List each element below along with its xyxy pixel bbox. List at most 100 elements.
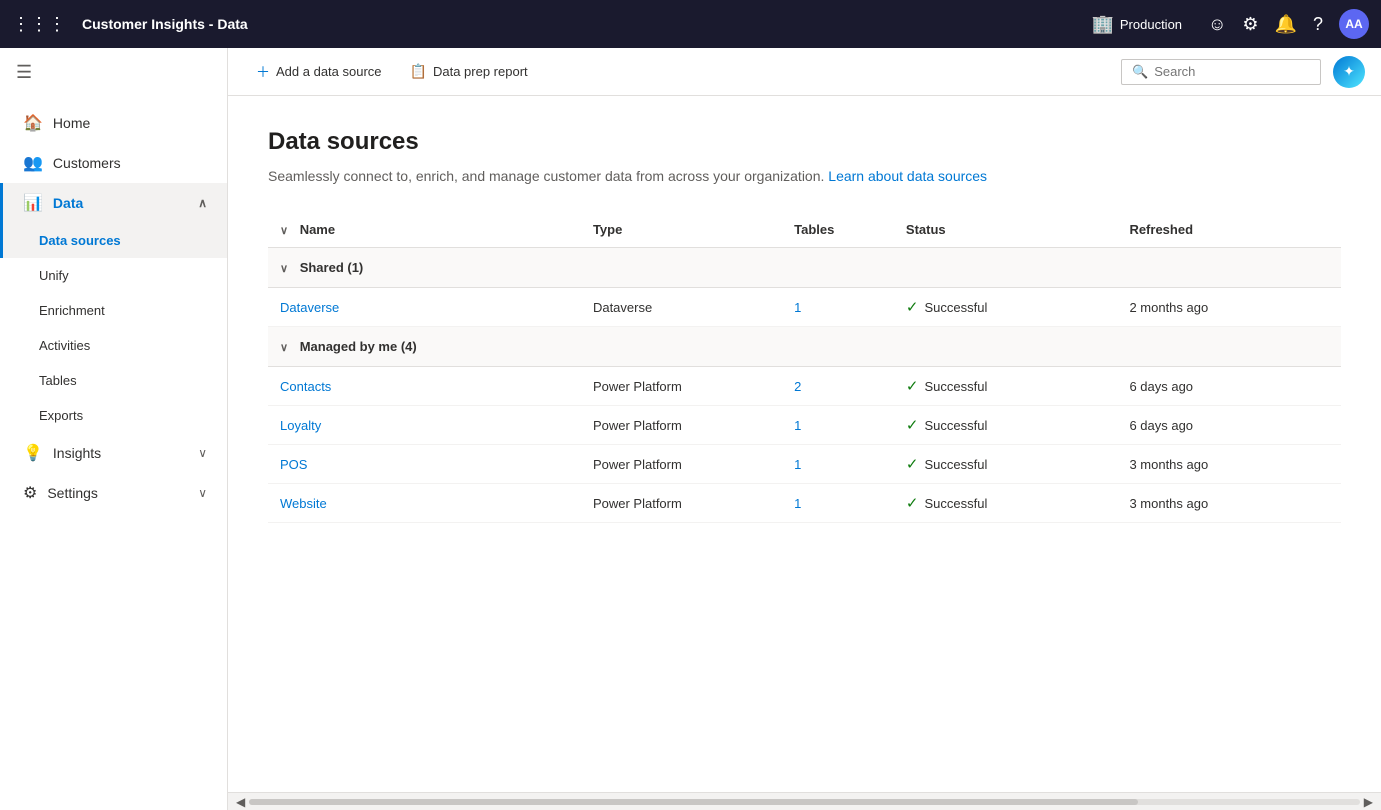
contacts-link[interactable]: Contacts (280, 379, 331, 394)
row-pos-name: POS (268, 445, 581, 484)
sidebar-item-home-label: Home (53, 115, 90, 131)
shared-section-collapse-icon[interactable]: ∨ (280, 263, 288, 275)
env-label: Production (1120, 17, 1182, 32)
scroll-left-icon[interactable]: ◀ (236, 795, 245, 809)
customers-icon: 👥 (23, 153, 43, 173)
topbar-actions: ☺ ⚙ 🔔 ? AA (1208, 9, 1369, 39)
sidebar-item-data[interactable]: 📊 Data ∧ (0, 183, 227, 223)
sidebar-item-customers[interactable]: 👥 Customers (0, 143, 227, 183)
sidebar-item-insights-label: Insights (53, 445, 101, 461)
search-box[interactable]: 🔍 (1121, 59, 1321, 85)
page-title: Data sources (268, 128, 1341, 156)
shared-section-label: Shared (1) (300, 260, 364, 275)
bell-icon[interactable]: 🔔 (1275, 14, 1297, 35)
website-link[interactable]: Website (280, 496, 327, 511)
row-loyalty-type: Power Platform (581, 406, 782, 445)
row-contacts-status: ✓ Successful (894, 367, 1118, 406)
env-selector[interactable]: 🏢 Production (1091, 14, 1182, 35)
row-website-refreshed: 3 months ago (1117, 484, 1341, 523)
settings-nav-icon: ⚙ (23, 483, 37, 503)
content-area: ＋ Add a data source 📋 Data prep report 🔍… (228, 48, 1381, 810)
page-content: Data sources Seamlessly connect to, enri… (228, 96, 1381, 792)
sidebar-item-activities-label: Activities (39, 338, 90, 353)
row-pos-refreshed: 3 months ago (1117, 445, 1341, 484)
sidebar-item-enrichment[interactable]: Enrichment (0, 293, 227, 328)
status-pos-icon: ✓ (906, 455, 919, 473)
sort-name-icon[interactable]: ∨ (280, 225, 288, 237)
sidebar-item-insights[interactable]: 💡 Insights ∨ (0, 433, 227, 473)
plus-icon: ＋ (256, 62, 270, 82)
copilot-icon: ✦ (1343, 63, 1355, 80)
data-prep-button[interactable]: 📋 Data prep report (398, 57, 540, 86)
horizontal-scrollbar[interactable]: ◀ ▶ (228, 792, 1381, 810)
row-dataverse-refreshed: 2 months ago (1117, 288, 1341, 327)
main-layout: ☰ 🏠 Home 👥 Customers 📊 Data ∧ Data sourc… (0, 48, 1381, 810)
row-loyalty-status: ✓ Successful (894, 406, 1118, 445)
user-avatar[interactable]: AA (1339, 9, 1369, 39)
row-dataverse-name: Dataverse (268, 288, 581, 327)
sidebar-toggle[interactable]: ☰ (0, 48, 227, 97)
row-loyalty-tables: 1 (782, 406, 894, 445)
sidebar-item-enrichment-label: Enrichment (39, 303, 105, 318)
scroll-right-icon[interactable]: ▶ (1364, 795, 1373, 809)
app-title: Customer Insights - Data (82, 16, 1081, 32)
sidebar-item-data-sources[interactable]: Data sources (0, 223, 227, 258)
managed-section-collapse-icon[interactable]: ∨ (280, 342, 288, 354)
status-loyalty-icon: ✓ (906, 416, 919, 434)
data-icon: 📊 (23, 193, 43, 213)
table-row: Website Power Platform 1 ✓ Successful (268, 484, 1341, 523)
sidebar-item-settings[interactable]: ⚙ Settings ∨ (0, 473, 227, 513)
report-icon: 📋 (410, 63, 427, 80)
section-shared: ∨ Shared (1) (268, 248, 1341, 288)
table-row: POS Power Platform 1 ✓ Successful 3 (268, 445, 1341, 484)
smiley-icon[interactable]: ☺ (1208, 14, 1226, 35)
table-row: Dataverse Dataverse 1 ✓ Successful (268, 288, 1341, 327)
managed-section-label: Managed by me (4) (300, 339, 417, 354)
row-contacts-type: Power Platform (581, 367, 782, 406)
data-sources-table: ∨ Name Type Tables Status Refreshed ∨ (268, 212, 1341, 523)
sidebar-item-unify[interactable]: Unify (0, 258, 227, 293)
sidebar-item-exports[interactable]: Exports (0, 398, 227, 433)
page-desc-text: Seamlessly connect to, enrich, and manag… (268, 168, 824, 184)
pos-link[interactable]: POS (280, 457, 307, 472)
topbar: ⋮⋮⋮ Customer Insights - Data 🏢 Productio… (0, 0, 1381, 48)
add-datasource-button[interactable]: ＋ Add a data source (244, 56, 394, 88)
sidebar-item-data-label: Data (53, 195, 83, 211)
row-contacts-tables: 2 (782, 367, 894, 406)
row-contacts-name: Contacts (268, 367, 581, 406)
settings-icon[interactable]: ⚙ (1242, 14, 1258, 35)
sidebar-item-customers-label: Customers (53, 155, 121, 171)
col-header-tables: Tables (782, 212, 894, 248)
row-pos-type: Power Platform (581, 445, 782, 484)
add-datasource-label: Add a data source (276, 64, 382, 79)
sidebar-item-activities[interactable]: Activities (0, 328, 227, 363)
insights-icon: 💡 (23, 443, 43, 463)
copilot-button[interactable]: ✦ (1333, 56, 1365, 88)
settings-chevron-icon: ∨ (198, 486, 207, 500)
scroll-thumb[interactable] (249, 799, 1137, 805)
help-icon[interactable]: ? (1313, 14, 1323, 35)
row-website-status: ✓ Successful (894, 484, 1118, 523)
loyalty-link[interactable]: Loyalty (280, 418, 321, 433)
row-loyalty-refreshed: 6 days ago (1117, 406, 1341, 445)
sidebar-item-tables[interactable]: Tables (0, 363, 227, 398)
table-row: Contacts Power Platform 2 ✓ Successful (268, 367, 1341, 406)
home-icon: 🏠 (23, 113, 43, 133)
page-description: Seamlessly connect to, enrich, and manag… (268, 168, 1341, 184)
row-pos-status: ✓ Successful (894, 445, 1118, 484)
sidebar-item-unify-label: Unify (39, 268, 69, 283)
search-input[interactable] (1154, 64, 1310, 79)
table-row: Loyalty Power Platform 1 ✓ Successful (268, 406, 1341, 445)
row-dataverse-status: ✓ Successful (894, 288, 1118, 327)
row-loyalty-name: Loyalty (268, 406, 581, 445)
sidebar-item-home[interactable]: 🏠 Home (0, 103, 227, 143)
scroll-track[interactable] (249, 799, 1360, 805)
grid-icon[interactable]: ⋮⋮⋮ (12, 14, 66, 35)
learn-link[interactable]: Learn about data sources (828, 168, 987, 184)
sidebar-item-settings-label: Settings (47, 485, 98, 501)
col-header-name: ∨ Name (268, 212, 581, 248)
row-website-name: Website (268, 484, 581, 523)
env-icon: 🏢 (1091, 14, 1113, 35)
row-website-type: Power Platform (581, 484, 782, 523)
dataverse-link[interactable]: Dataverse (280, 300, 339, 315)
